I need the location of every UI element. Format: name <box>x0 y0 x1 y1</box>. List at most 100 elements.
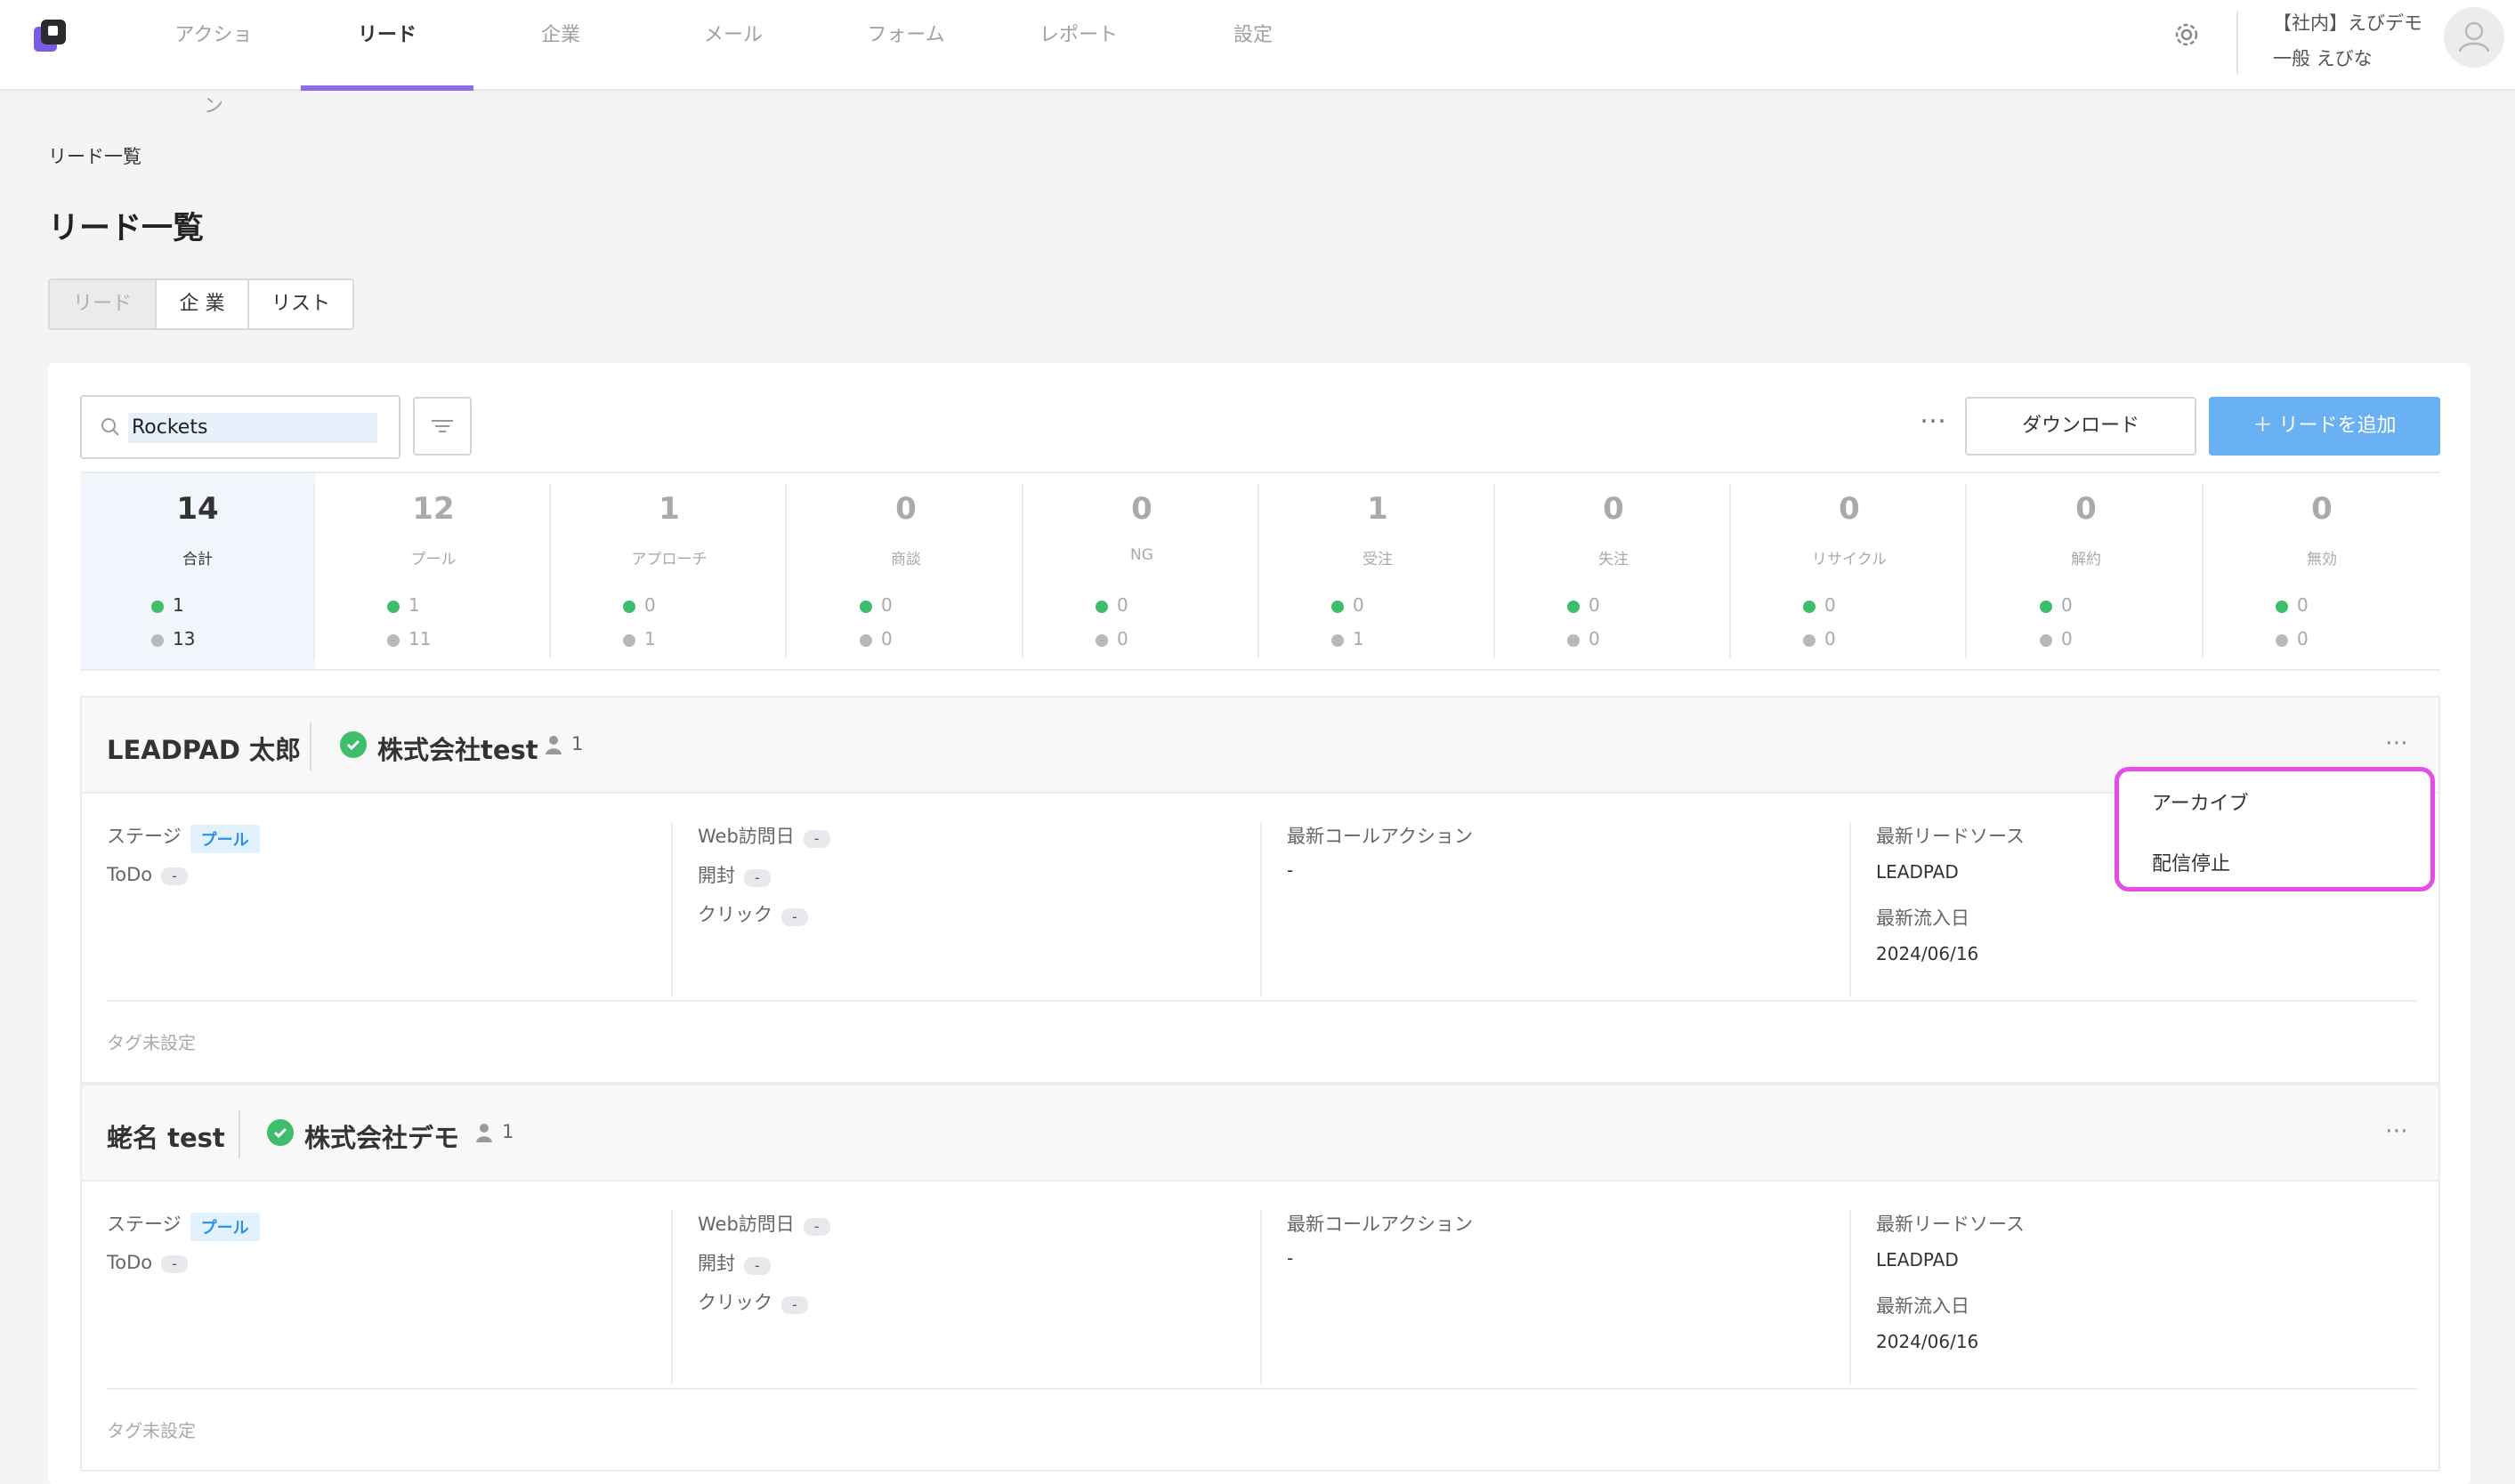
stage-active-count: 0 <box>2061 594 2073 616</box>
stage-stat-2[interactable]: 1 アプローチ 0 1 <box>552 473 787 669</box>
nav-companies[interactable]: 企業 <box>516 0 605 91</box>
source-label: 最新リードソース <box>1876 1214 2025 1235</box>
stage-active-count: 0 <box>881 594 893 616</box>
nav-settings[interactable]: 設定 <box>1209 0 1298 91</box>
user-icon <box>2458 21 2490 52</box>
column-divider <box>671 822 673 996</box>
inflow-label: 最新流入日 <box>1876 1295 1969 1317</box>
lead-source-column: 最新リードソース LEADPAD 最新流入日 2024/06/16 <box>1876 822 2025 1000</box>
todo-value: - <box>161 1255 188 1273</box>
search-icon <box>101 418 119 436</box>
lead-name[interactable]: 蛯名 test <box>107 1117 225 1155</box>
stage-active-row: 1 <box>387 594 420 616</box>
menu-item-archive[interactable]: アーカイブ <box>2152 787 2249 816</box>
stage-inactive-count: 1 <box>644 628 656 649</box>
tab-leads[interactable]: リード <box>50 280 157 328</box>
stage-count: 1 <box>1367 491 1388 527</box>
download-button[interactable]: ダウンロード <box>1965 397 2196 456</box>
inflow-value: 2024/06/16 <box>1876 1331 1979 1352</box>
stage-stat-0[interactable]: 14 合計 1 13 <box>80 473 315 669</box>
lead-more-button[interactable]: ⋯ <box>2385 730 2408 756</box>
stat-divider <box>1729 484 1731 658</box>
stage-stat-3[interactable]: 0 商談 0 0 <box>788 473 1023 669</box>
stage-stat-1[interactable]: 12 プール 1 11 <box>316 473 551 669</box>
stage-inactive-count: 13 <box>173 628 196 649</box>
filter-button[interactable] <box>413 397 472 456</box>
tags-empty[interactable]: タグ未設定 <box>107 1416 196 1442</box>
tab-companies[interactable]: 企 業 <box>157 280 249 328</box>
nav-reports[interactable]: レポート <box>1025 0 1132 91</box>
tags-empty[interactable]: タグ未設定 <box>107 1028 196 1054</box>
stage-inactive-row: 1 <box>1331 628 1364 649</box>
todo-value: - <box>161 867 188 885</box>
gear-icon[interactable] <box>2171 20 2202 50</box>
web-visit-value: - <box>803 1217 830 1236</box>
lead-card[interactable]: LEADPAD 太郎 株式会社test 1 ⋯ ステージ プール ToDo - We… <box>80 696 2440 1084</box>
company-name[interactable]: 株式会社デモ <box>304 1117 459 1155</box>
stage-inactive-row: 0 <box>2040 628 2073 649</box>
source-value: LEADPAD <box>1876 861 1959 883</box>
search-input[interactable]: Rockets <box>128 413 377 443</box>
stage-stat-7[interactable]: 0 リサイクル 0 0 <box>1732 473 1967 669</box>
todo-label: ToDo <box>107 863 153 885</box>
stage-inactive-row: 0 <box>1567 628 1600 649</box>
lead-engagement-column: Web訪問日 - 開封 - クリック - <box>698 822 830 1000</box>
tab-lists[interactable]: リスト <box>249 280 352 328</box>
stage-stat-6[interactable]: 0 失注 0 0 <box>1496 473 1731 669</box>
stage-count: 0 <box>2311 491 2333 527</box>
source-label: 最新リードソース <box>1876 826 2025 847</box>
nav-leads[interactable]: リード <box>301 0 473 91</box>
stage-inactive-row: 0 <box>860 628 893 649</box>
click-label: クリック <box>698 904 772 925</box>
leads-card: Rockets … ダウンロード ＋ リードを追加 14 合計 1 13 12 プール 1 1… <box>48 363 2471 1484</box>
stage-stat-8[interactable]: 0 解約 0 0 <box>1969 473 2204 669</box>
nav-mail[interactable]: メール <box>689 0 778 91</box>
column-divider <box>671 1210 673 1384</box>
stage-active-row: 0 <box>2040 594 2073 616</box>
source-value: LEADPAD <box>1876 1249 1959 1270</box>
stage-active-row: 0 <box>1803 594 1836 616</box>
lead-name[interactable]: LEADPAD 太郎 <box>107 730 301 767</box>
lead-more-button[interactable]: ⋯ <box>2385 1117 2408 1144</box>
inactive-dot-icon <box>1567 633 1580 647</box>
stage-inactive-count: 11 <box>408 628 432 649</box>
menu-item-unsubscribe[interactable]: 配信停止 <box>2152 848 2230 876</box>
active-dot-icon <box>1567 600 1580 613</box>
active-dot-icon <box>387 600 400 613</box>
stage-label: プール <box>410 551 457 569</box>
stage-count: 0 <box>1839 491 1860 527</box>
lead-card[interactable]: 蛯名 test 株式会社デモ 1 ⋯ ステージ プール ToDo - Web訪問日 -… <box>80 1084 2440 1472</box>
breadcrumb[interactable]: リード一覧 <box>48 142 142 169</box>
nav-forms[interactable]: フォーム <box>853 0 959 91</box>
call-label: 最新コールアクション <box>1287 826 1473 847</box>
search-box[interactable]: Rockets <box>80 395 400 459</box>
stage-active-row: 0 <box>623 594 656 616</box>
stage-active-count: 0 <box>1117 594 1128 616</box>
stage-inactive-count: 0 <box>1589 628 1600 649</box>
app-logo[interactable] <box>32 18 68 53</box>
inactive-dot-icon <box>151 633 164 647</box>
company-name[interactable]: 株式会社test <box>377 730 538 767</box>
avatar[interactable] <box>2444 7 2504 68</box>
stage-stat-9[interactable]: 0 無効 0 0 <box>2204 473 2439 669</box>
stage-stat-5[interactable]: 1 受注 0 1 <box>1260 473 1495 669</box>
inflow-value: 2024/06/16 <box>1876 943 1979 964</box>
nav-actions[interactable]: アクション <box>166 0 262 117</box>
stage-badge: プール <box>190 1212 260 1241</box>
inactive-dot-icon <box>2276 633 2288 647</box>
active-dot-icon <box>1096 600 1108 613</box>
user-name[interactable]: 一般 えびな <box>2273 44 2373 71</box>
stage-inactive-row: 1 <box>623 628 656 649</box>
add-lead-button[interactable]: ＋ リードを追加 <box>2209 397 2440 456</box>
active-dot-icon <box>623 600 635 613</box>
view-switcher: リード 企 業 リスト <box>48 278 354 330</box>
stage-active-row: 0 <box>860 594 893 616</box>
more-options-button[interactable]: … <box>1915 401 1951 438</box>
divider <box>239 1110 240 1158</box>
user-organization[interactable]: 【社内】えびデモ <box>2273 9 2422 36</box>
stage-label: ステージ <box>107 1214 182 1235</box>
stage-label: アプローチ <box>631 551 708 569</box>
stage-stat-4[interactable]: 0 NG 0 0 <box>1024 473 1259 669</box>
click-label: クリック <box>698 1292 772 1313</box>
active-dot-icon <box>151 600 164 613</box>
